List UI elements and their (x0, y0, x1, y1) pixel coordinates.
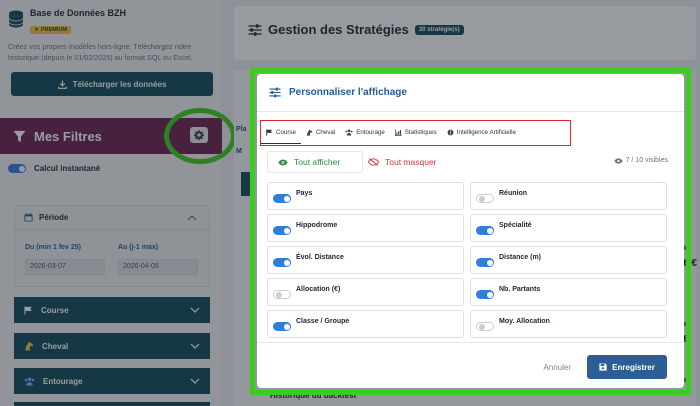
option-toggle[interactable] (476, 322, 494, 331)
visible-count: 7 / 10 visibles (613, 157, 668, 164)
eye-slash-icon (368, 158, 379, 166)
modal-footer: Annuler Enregistrer (257, 342, 684, 388)
option-nb-partants[interactable]: Nb. Partants (470, 278, 667, 306)
option-evol-distance[interactable]: Évol. Distance (267, 246, 464, 274)
option-toggle[interactable] (273, 258, 291, 267)
option-allocation[interactable]: Allocation (€) (267, 278, 464, 306)
option-toggle[interactable] (476, 194, 494, 203)
option-toggle[interactable] (273, 322, 291, 331)
sliders-icon (269, 87, 281, 98)
option-toggle[interactable] (476, 290, 494, 299)
option-pays[interactable]: Pays (267, 182, 464, 210)
show-all-button[interactable]: Tout afficher (267, 151, 363, 173)
eye-icon (278, 159, 288, 165)
option-toggle[interactable] (476, 258, 494, 267)
option-moy-allocation[interactable]: Moy. Allocation (470, 310, 667, 338)
modal-header: Personnaliser l'affichage (257, 74, 684, 112)
cancel-button[interactable]: Annuler (543, 363, 571, 372)
option-toggle[interactable] (273, 290, 291, 299)
eye-icon (613, 157, 623, 164)
display-settings-modal: Personnaliser l'affichage Course Cheval … (257, 74, 684, 388)
option-reunion[interactable]: Réunion (470, 182, 667, 210)
option-distance[interactable]: Distance (m) (470, 246, 667, 274)
option-specialite[interactable]: Spécialité (470, 214, 667, 242)
option-classe-groupe[interactable]: Classe / Groupe (267, 310, 464, 338)
modal-title: Personnaliser l'affichage (289, 87, 407, 98)
save-icon (599, 363, 607, 371)
option-toggle[interactable] (273, 194, 291, 203)
hide-all-button[interactable]: Tout masquer (358, 151, 448, 173)
save-button[interactable]: Enregistrer (587, 355, 667, 379)
option-hippodrome[interactable]: Hippodrome (267, 214, 464, 242)
option-toggle[interactable] (476, 226, 494, 235)
tabs-highlight-frame (260, 120, 571, 146)
option-toggle[interactable] (273, 226, 291, 235)
